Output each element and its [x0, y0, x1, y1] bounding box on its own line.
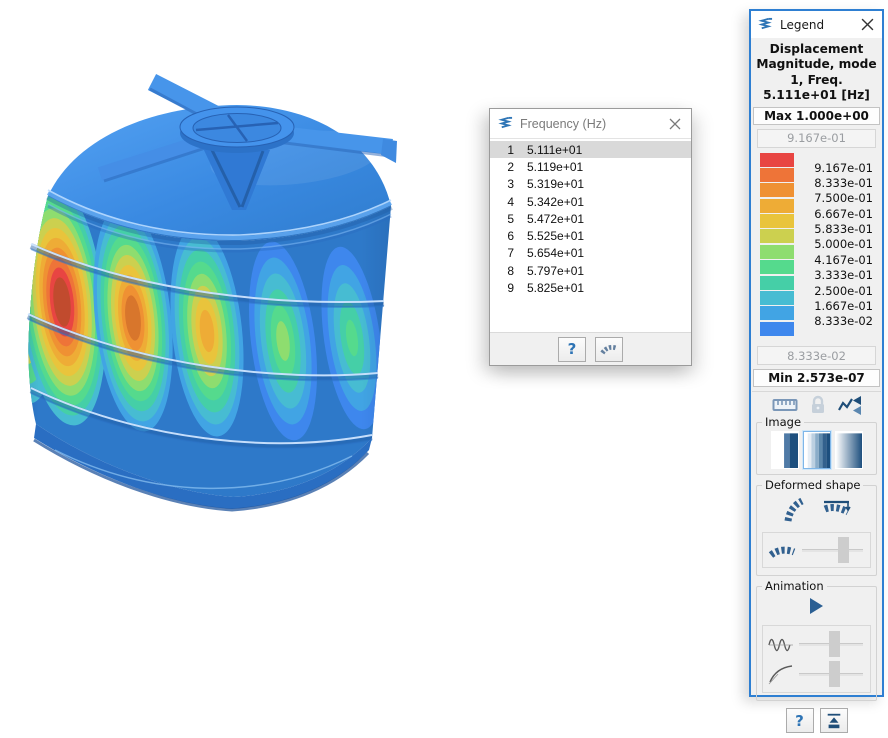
frequency-dialog-titlebar: Frequency (Hz) — [490, 109, 691, 139]
limits-button[interactable] — [838, 395, 862, 415]
band-fine-icon — [804, 432, 830, 469]
scale-tools-row — [751, 395, 882, 415]
deform-scale-panel — [762, 532, 871, 568]
image-group: Image — [756, 422, 877, 475]
deformed-scale-icon — [768, 539, 796, 561]
legend-title: Legend — [780, 18, 859, 32]
deformed-shape-icon — [782, 497, 806, 523]
color-scale-row: 3.333e-01 — [751, 260, 882, 275]
deformed-autoscale-icon — [822, 497, 852, 523]
deformed-shape-group: Deformed shape — [756, 485, 877, 576]
deformed-shape-label: Deformed shape — [762, 478, 863, 492]
color-scale-row: 5.000e-01 — [751, 229, 882, 244]
animation-speed-slider[interactable] — [797, 630, 865, 658]
measure-scale-button[interactable] — [772, 397, 798, 413]
color-swatch — [760, 260, 794, 274]
frequency-row[interactable]: 75.654e+01 — [490, 245, 691, 262]
app-coil-icon — [498, 116, 513, 131]
frequency-row[interactable]: 45.342e+01 — [490, 193, 691, 210]
color-swatch — [760, 153, 794, 167]
frequency-row[interactable]: 65.525e+01 — [490, 227, 691, 244]
band-smooth-icon — [836, 432, 862, 469]
color-scale-row: 5.833e-01 — [751, 214, 882, 229]
color-swatch — [760, 291, 794, 305]
color-scale-row: 2.500e-01 — [751, 276, 882, 291]
color-scale-row — [751, 322, 882, 337]
deform-scale-slider[interactable] — [800, 536, 865, 564]
legend-titlebar: Legend — [751, 11, 882, 38]
app-coil-icon — [758, 17, 773, 32]
close-icon[interactable] — [667, 116, 683, 132]
color-scale-row: 7.500e-01 — [751, 183, 882, 198]
color-scale-row: 1.667e-01 — [751, 291, 882, 306]
color-swatch — [760, 199, 794, 213]
color-swatch — [760, 245, 794, 259]
play-icon — [810, 598, 823, 614]
legend-footer: ? — [751, 704, 882, 738]
max-value-box: Max 1.000e+00 — [753, 107, 880, 125]
color-scale-row: 6.667e-01 — [751, 199, 882, 214]
color-scale-row: 8.333e-02 — [751, 306, 882, 321]
deformed-shape-button[interactable] — [782, 497, 806, 523]
tank-lid — [180, 107, 294, 153]
ramp-curve-icon — [768, 662, 794, 686]
band-coarse-button[interactable] — [771, 431, 799, 469]
frequency-row[interactable]: 25.119e+01 — [490, 158, 691, 175]
frequency-row[interactable]: 85.797e+01 — [490, 262, 691, 279]
lock-scale-button[interactable] — [809, 395, 827, 415]
help-button[interactable]: ? — [558, 337, 586, 362]
lock-icon — [809, 395, 827, 415]
color-swatch — [760, 276, 794, 290]
help-icon: ? — [795, 712, 804, 730]
color-scale: 9.167e-018.333e-017.500e-016.667e-015.83… — [751, 153, 882, 338]
frequency-row[interactable]: 35.319e+01 — [490, 176, 691, 193]
band-smooth-button[interactable] — [835, 431, 863, 469]
separator — [752, 391, 881, 392]
color-scale-row: 4.167e-01 — [751, 245, 882, 260]
legend-panel: Legend Displacement Magnitude, mode 1, F… — [749, 9, 884, 697]
play-button[interactable] — [810, 598, 823, 614]
color-swatch — [760, 306, 794, 320]
frequency-dialog-footer: ? — [490, 332, 691, 365]
color-swatch — [760, 322, 794, 336]
deformed-autoscale-button[interactable] — [822, 497, 852, 523]
color-swatch — [760, 229, 794, 243]
color-swatch — [760, 214, 794, 228]
upper-bound-field[interactable]: 9.167e-01 — [757, 129, 876, 148]
result-title: Displacement Magnitude, mode 1, Freq. 5.… — [751, 38, 882, 106]
frequency-list[interactable]: 15.111e+0125.119e+0135.319e+0145.342e+01… — [490, 139, 691, 332]
animation-settings-panel — [762, 625, 871, 693]
help-icon: ? — [568, 340, 577, 358]
min-value-box: Min 2.573e-07 — [753, 369, 880, 387]
application-window: Frequency (Hz) 15.111e+0125.119e+0135.31… — [0, 0, 888, 701]
frequency-row[interactable]: 95.825e+01 — [490, 279, 691, 296]
sine-wave-icon — [768, 631, 794, 657]
animation-amplitude-slider[interactable] — [797, 660, 865, 688]
band-coarse-icon — [772, 432, 798, 469]
model-viewport[interactable] — [0, 0, 500, 520]
frequency-dialog: Frequency (Hz) 15.111e+0125.119e+0135.31… — [489, 108, 692, 366]
frequency-row[interactable]: 55.472e+01 — [490, 210, 691, 227]
color-swatch — [760, 183, 794, 197]
color-swatch — [760, 168, 794, 182]
dock-icon — [825, 712, 843, 730]
close-icon[interactable] — [859, 17, 875, 33]
ruler-icon — [772, 397, 798, 413]
color-scale-row: 9.167e-01 — [751, 153, 882, 168]
dock-legend-button[interactable] — [820, 708, 848, 733]
help-button[interactable]: ? — [786, 708, 814, 733]
lower-bound-field[interactable]: 8.333e-02 — [757, 346, 876, 365]
image-group-label: Image — [762, 415, 804, 429]
animation-group-label: Animation — [762, 579, 827, 593]
color-scale-row: 8.333e-01 — [751, 168, 882, 183]
limits-icon — [838, 395, 862, 415]
frequency-row[interactable]: 15.111e+01 — [490, 141, 691, 158]
frequency-dialog-title: Frequency (Hz) — [520, 117, 667, 131]
animation-group: Animation — [756, 586, 877, 701]
deformed-shape-icon — [600, 341, 619, 357]
band-fine-button[interactable] — [803, 431, 831, 469]
show-mode-shape-button[interactable] — [595, 337, 623, 362]
